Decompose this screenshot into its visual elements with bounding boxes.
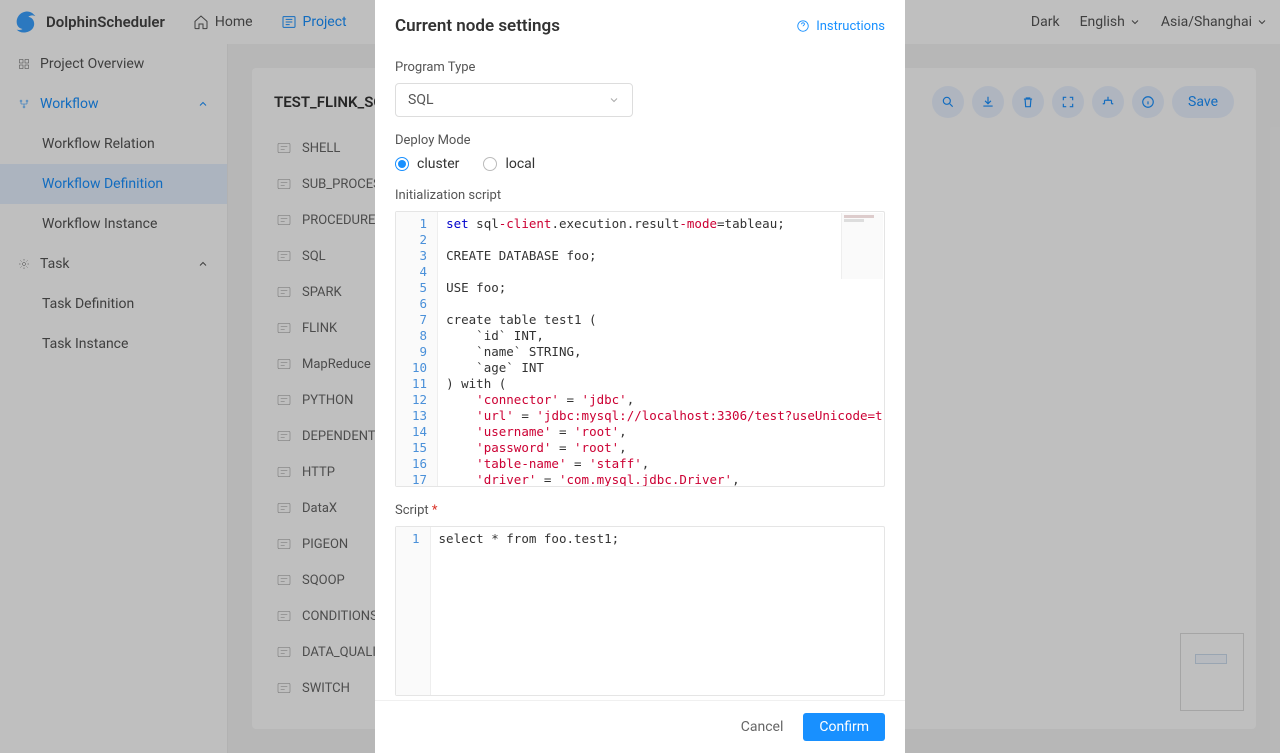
node-settings-modal: Current node settings Instructions Progr… <box>375 0 905 753</box>
script-editor[interactable]: 1 select * from foo.test1; <box>395 526 885 696</box>
deploy-mode-label: Deploy Mode <box>395 133 885 148</box>
cancel-button[interactable]: Cancel <box>737 713 788 741</box>
init-script-editor[interactable]: 1234567891011121314151617 set sql-client… <box>395 211 885 487</box>
modal-title: Current node settings <box>395 16 560 36</box>
deploy-local-radio[interactable]: local <box>483 156 535 172</box>
script-label: Script * <box>395 503 885 518</box>
help-icon <box>796 19 810 33</box>
chevron-down-icon <box>608 94 620 106</box>
program-type-select[interactable]: SQL <box>395 83 633 117</box>
program-type-label: Program Type <box>395 60 885 75</box>
instructions-link[interactable]: Instructions <box>796 19 885 34</box>
editor-minimap[interactable] <box>841 213 883 279</box>
deploy-cluster-radio[interactable]: cluster <box>395 156 459 172</box>
confirm-button[interactable]: Confirm <box>803 713 885 741</box>
init-script-label: Initialization script <box>395 188 885 203</box>
